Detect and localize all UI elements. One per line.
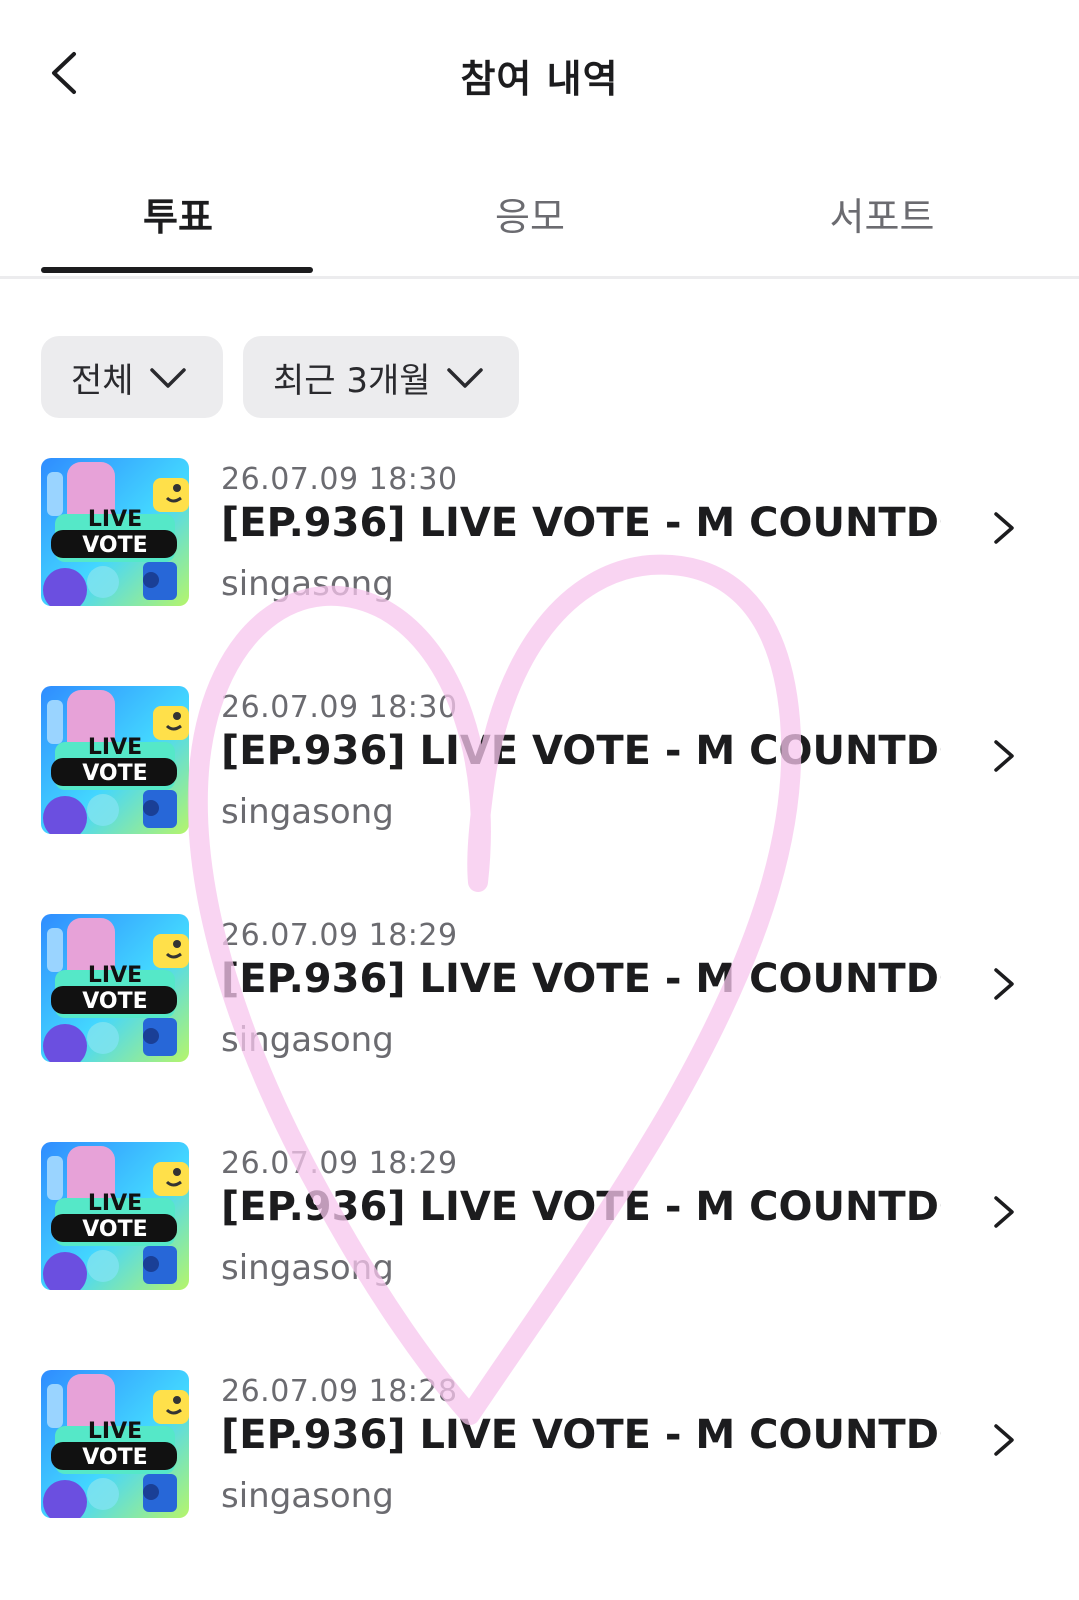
svg-text:LIVE: LIVE bbox=[88, 1191, 142, 1216]
item-artist: singasong bbox=[221, 1476, 394, 1516]
chevron-right-icon bbox=[994, 512, 1014, 544]
chevron-down-icon bbox=[149, 368, 186, 388]
item-artist: singasong bbox=[221, 792, 394, 832]
list-item[interactable]: LIVE VOTE 26.07.09 18:29 [EP.936] LIVE V… bbox=[0, 1132, 1079, 1292]
item-title: [EP.936] LIVE VOTE - M COUNTDO... bbox=[221, 1412, 941, 1458]
svg-text:VOTE: VOTE bbox=[82, 761, 147, 786]
item-date: 26.07.09 18:29 bbox=[221, 1146, 458, 1181]
live-vote-thumbnail: LIVE VOTE bbox=[41, 458, 189, 606]
filter-type-dropdown[interactable]: 전체 bbox=[41, 336, 223, 418]
item-date: 26.07.09 18:30 bbox=[221, 462, 458, 497]
item-title: [EP.936] LIVE VOTE - M COUNTDO... bbox=[221, 1184, 941, 1230]
svg-text:LIVE: LIVE bbox=[88, 1419, 142, 1444]
tab-support[interactable]: 서포트 bbox=[702, 186, 1062, 241]
active-tab-indicator bbox=[41, 267, 313, 273]
page-title: 참여 내역 bbox=[460, 57, 619, 101]
chevron-right-icon bbox=[994, 1196, 1014, 1228]
svg-text:VOTE: VOTE bbox=[82, 989, 147, 1014]
live-vote-thumbnail: LIVE VOTE bbox=[41, 686, 189, 834]
item-date: 26.07.09 18:29 bbox=[221, 918, 458, 953]
chevron-right-icon bbox=[994, 740, 1014, 772]
tab-entry[interactable]: 응모 bbox=[350, 186, 710, 241]
live-vote-thumbnail: LIVE VOTE bbox=[41, 1370, 189, 1518]
top-app-bar: 참여 내역 bbox=[0, 0, 1079, 150]
chevron-down-icon bbox=[446, 368, 483, 388]
item-date: 26.07.09 18:30 bbox=[221, 690, 458, 725]
chevron-right-icon bbox=[994, 1424, 1014, 1456]
svg-text:LIVE: LIVE bbox=[88, 963, 142, 988]
item-title: [EP.936] LIVE VOTE - M COUNTDO... bbox=[221, 728, 941, 774]
live-vote-thumbnail: LIVE VOTE bbox=[41, 1142, 189, 1290]
list-item[interactable]: LIVE VOTE 26.07.09 18:29 [EP.936] LIVE V… bbox=[0, 904, 1079, 1064]
tab-vote[interactable]: 투표 bbox=[0, 186, 358, 241]
item-artist: singasong bbox=[221, 564, 394, 604]
tab-bar: 투표 응모 서포트 bbox=[0, 168, 1079, 279]
filter-period-dropdown[interactable]: 최근 3개월 bbox=[243, 336, 519, 418]
item-date: 26.07.09 18:28 bbox=[221, 1374, 458, 1409]
svg-text:VOTE: VOTE bbox=[82, 1217, 147, 1242]
svg-text:LIVE: LIVE bbox=[88, 507, 142, 532]
list-item[interactable]: LIVE VOTE 26.07.09 18:30 [EP.936] LIVE V… bbox=[0, 448, 1079, 608]
filter-period-label: 최근 3개월 bbox=[273, 360, 431, 401]
svg-text:VOTE: VOTE bbox=[82, 533, 147, 558]
list-item[interactable]: LIVE VOTE 26.07.09 18:28 [EP.936] LIVE V… bbox=[0, 1360, 1079, 1520]
live-vote-thumbnail: LIVE VOTE bbox=[41, 914, 189, 1062]
svg-text:VOTE: VOTE bbox=[82, 1445, 147, 1470]
item-artist: singasong bbox=[221, 1020, 394, 1060]
list-item[interactable]: LIVE VOTE 26.07.09 18:30 [EP.936] LIVE V… bbox=[0, 676, 1079, 836]
chevron-right-icon bbox=[994, 968, 1014, 1000]
item-title: [EP.936] LIVE VOTE - M COUNTDO... bbox=[221, 956, 941, 1002]
filter-type-label: 전체 bbox=[71, 360, 134, 401]
svg-text:LIVE: LIVE bbox=[88, 735, 142, 760]
item-title: [EP.936] LIVE VOTE - M COUNTDO... bbox=[221, 500, 941, 546]
item-artist: singasong bbox=[221, 1248, 394, 1288]
